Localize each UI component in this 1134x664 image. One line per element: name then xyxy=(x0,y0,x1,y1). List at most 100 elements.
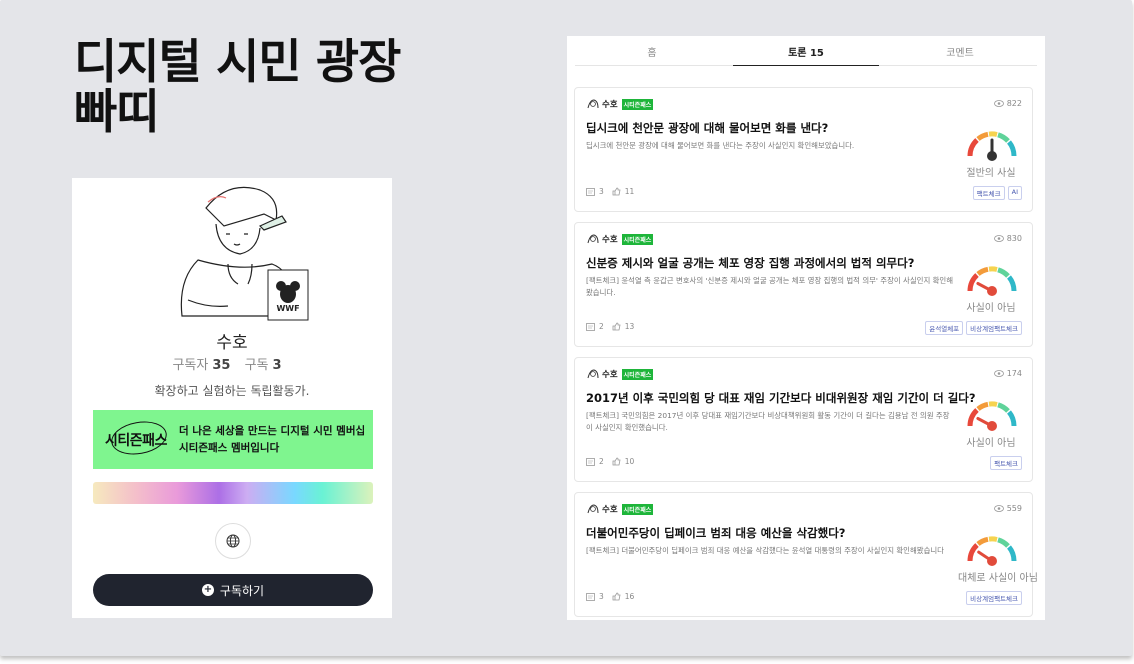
avatar: WWF xyxy=(180,186,309,321)
profile-stats: 구독자 35 구독 3 xyxy=(72,354,392,373)
post-title[interactable]: 2017년 이후 국민의힘 당 대표 재임 기간보다 비대위원장 재임 기간이 … xyxy=(586,390,976,406)
post-tags: 팩트체크 AI xyxy=(972,186,1022,200)
post-view-count: 559 xyxy=(1006,504,1022,513)
tab-discussions[interactable]: 토론 15 xyxy=(729,36,883,66)
comment-icon xyxy=(586,322,595,331)
post-comment-count: 3 xyxy=(599,187,604,196)
post-comment-count: 2 xyxy=(599,457,604,466)
post-tags: 팩트체크 xyxy=(990,456,1022,470)
page-frame: 디지털 시민 광장 빠띠 WWF 수호 구독자 35 구독 3 확장하고 실험하… xyxy=(0,0,1132,656)
subscriptions-count: 3 xyxy=(272,358,282,373)
subscribers-count: 35 xyxy=(212,358,231,373)
post-title[interactable]: 딥시크에 천안문 광장에 대해 물어보면 화를 낸다? xyxy=(586,120,828,136)
website-button[interactable] xyxy=(215,523,251,559)
factcheck-gauge-icon xyxy=(967,266,1017,296)
post-views: 830 xyxy=(993,234,1022,243)
factcheck-verdict: 사실이 아님 xyxy=(966,303,1016,314)
thumbs-up-icon[interactable] xyxy=(612,187,621,196)
post-views: 174 xyxy=(993,369,1022,378)
author-avatar-icon xyxy=(587,504,599,514)
post-author-name: 수호 xyxy=(602,370,618,380)
subscribe-label: 구독하기 xyxy=(219,583,265,598)
post-author[interactable]: 수호 시티즌패스 xyxy=(586,98,654,110)
post-card[interactable]: 수호 시티즌패스 174 2017년 이후 국민의힘 당 대표 재임 기간보다 비대위… xyxy=(574,357,1033,482)
factcheck-gauge-icon xyxy=(967,131,1017,161)
post-title[interactable]: 더불어민주당이 딥페이크 범죄 대응 예산을 삭감했다? xyxy=(586,525,845,541)
post-comment-count: 3 xyxy=(599,592,604,601)
globe-icon xyxy=(226,534,240,548)
author-avatar-icon xyxy=(587,369,599,379)
post-view-count: 830 xyxy=(1006,234,1022,243)
post-like-count: 13 xyxy=(624,322,635,331)
post-author-name: 수호 xyxy=(602,505,618,515)
post-tags: 윤석열체포 비상계엄팩트체크 xyxy=(925,321,1022,335)
wwf-logo-text: WWF xyxy=(276,304,299,313)
post-tag[interactable]: 비상계엄팩트체크 xyxy=(966,591,1022,605)
post-author-name: 수호 xyxy=(602,235,618,245)
post-author[interactable]: 수호 시티즌패스 xyxy=(586,368,654,380)
plus-circle-icon: + xyxy=(201,584,214,596)
post-tag[interactable]: 윤석열체포 xyxy=(925,321,964,335)
post-description: [팩트체크] 국민의힘은 2017년 이후 당대표 재임기간보다 비상대책위원회… xyxy=(586,411,950,432)
post-description: [팩트체크] 윤석열 측 윤갑근 변호사의 '신분증 제시와 얼굴 공개는 체포… xyxy=(586,276,953,297)
author-avatar-icon xyxy=(587,99,599,109)
post-card[interactable]: 수호 시티즌패스 559 더불어민주당이 딥페이크 범죄 대응 예산을 삭감했다? [팩… xyxy=(574,492,1038,617)
post-tags: 비상계엄팩트체크 xyxy=(966,591,1022,605)
post-meta: 2 10 xyxy=(586,457,634,466)
eye-icon xyxy=(993,235,1004,242)
subscribers-label: 구독자 xyxy=(172,358,209,373)
comment-icon xyxy=(586,592,595,601)
comment-icon xyxy=(586,187,595,196)
post-title[interactable]: 신분증 제시와 얼굴 공개는 체포 영장 집행 과정에서의 법적 의무다? xyxy=(586,255,914,271)
profile-bio: 확장하고 실험하는 독립활동가. xyxy=(154,384,310,398)
post-tag[interactable]: 비상계엄팩트체크 xyxy=(966,321,1022,335)
tab-bar: 홈 토론 15 코멘트 xyxy=(575,36,1037,66)
citizen-pass-badge: 시티즌패스 xyxy=(621,368,654,380)
post-views: 822 xyxy=(993,99,1022,108)
citizen-pass-text: 더 나은 세상을 만드는 디지털 시민 멤버십 시티즌패스 멤버입니다 xyxy=(179,424,366,454)
eye-icon xyxy=(993,505,1004,512)
post-tag[interactable]: AI xyxy=(1007,186,1022,200)
author-avatar-icon xyxy=(587,234,599,244)
thumbs-up-icon[interactable] xyxy=(612,592,621,601)
factcheck-gauge-icon xyxy=(967,401,1017,431)
factcheck-verdict: 사실이 아님 xyxy=(966,438,1016,449)
citizen-pass-banner[interactable]: 시티즌패스 더 나은 세상을 만드는 디지털 시민 멤버십 시티즌패스 멤버입니… xyxy=(93,410,373,469)
subscribe-button[interactable]: + 구독하기 xyxy=(93,574,373,606)
thumbs-up-icon[interactable] xyxy=(612,457,621,466)
tab-home[interactable]: 홈 xyxy=(575,36,729,65)
post-author[interactable]: 수호 시티즌패스 xyxy=(586,503,654,515)
post-meta: 3 16 xyxy=(586,592,634,601)
post-author-name: 수호 xyxy=(602,100,618,110)
post-like-count: 16 xyxy=(624,592,635,601)
post-meta: 2 13 xyxy=(586,322,634,331)
eye-icon xyxy=(993,370,1004,377)
citizen-pass-badge: 시티즌패스 xyxy=(621,233,654,245)
brand-title-line1: 디지털 시민 광장 xyxy=(74,35,401,90)
post-views: 559 xyxy=(993,504,1022,513)
subscriptions-label: 구독 xyxy=(244,358,269,373)
rainbow-bar xyxy=(93,482,373,504)
post-card[interactable]: 수호 시티즌패스 830 신분증 제시와 얼굴 공개는 체포 영장 집행 과정에서의 … xyxy=(574,222,1033,347)
post-tag[interactable]: 팩트체크 xyxy=(990,456,1022,470)
citizen-pass-badge: 시티즌패스 xyxy=(621,98,654,110)
tab-comments[interactable]: 코멘트 xyxy=(883,36,1037,65)
post-view-count: 822 xyxy=(1006,99,1022,108)
eye-icon xyxy=(993,100,1004,107)
brand-title-line2: 빠띠 xyxy=(74,85,159,140)
brand-title: 디지털 시민 광장 빠띠 xyxy=(74,35,401,140)
comment-icon xyxy=(586,457,595,466)
post-like-count: 10 xyxy=(624,457,635,466)
post-like-count: 11 xyxy=(624,187,635,196)
post-tag[interactable]: 팩트체크 xyxy=(972,186,1005,200)
factcheck-gauge-icon xyxy=(967,536,1017,566)
citizen-pass-badge: 시티즌패스 xyxy=(621,503,654,515)
profile-card: WWF 수호 구독자 35 구독 3 확장하고 실험하는 독립활동가. 시티즌패스 … xyxy=(72,178,392,618)
post-meta: 3 11 xyxy=(586,187,634,196)
factcheck-verdict: 절반의 사실 xyxy=(966,168,1016,179)
post-author[interactable]: 수호 시티즌패스 xyxy=(586,233,654,245)
thumbs-up-icon[interactable] xyxy=(612,322,621,331)
post-description: 딥시크에 천안문 광장에 대해 물어보면 화를 낸다는 주장이 사실인지 확인해… xyxy=(586,141,855,150)
citizen-pass-logo: 시티즌패스 xyxy=(105,430,171,450)
post-card[interactable]: 수호 시티즌패스 822 딥시크에 천안문 광장에 대해 물어보면 화를 낸다? 딥시크… xyxy=(574,87,1033,212)
